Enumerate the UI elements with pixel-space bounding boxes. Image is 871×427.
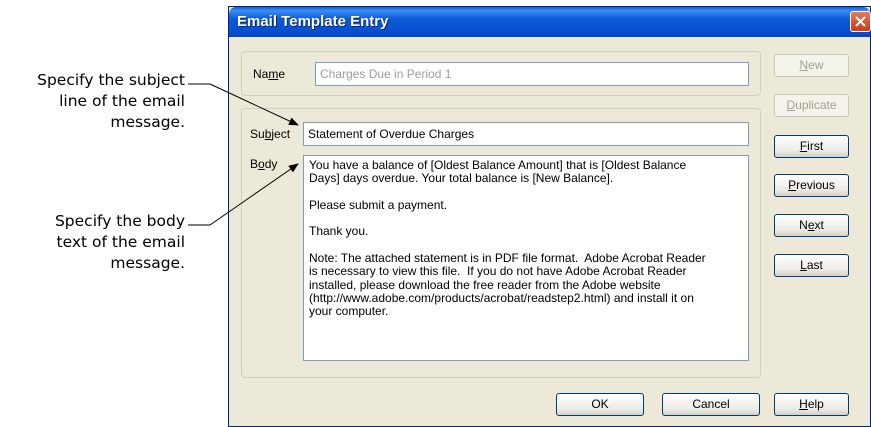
callout-line: message. xyxy=(110,113,185,131)
close-button[interactable] xyxy=(850,11,871,32)
callout-line: Specify the subject xyxy=(37,71,185,89)
callout-line: text of the email xyxy=(56,233,186,251)
new-button[interactable]: New xyxy=(774,54,849,77)
subject-field[interactable]: Statement of Overdue Charges xyxy=(303,122,749,146)
last-button[interactable]: Last xyxy=(774,254,849,277)
duplicate-button[interactable]: Duplicate xyxy=(774,94,849,117)
help-button[interactable]: Help xyxy=(774,393,849,416)
name-field[interactable]: Charges Due in Period 1 xyxy=(315,62,749,86)
email-template-dialog: Email Template Entry Name Charges Due in… xyxy=(228,6,871,427)
subject-callout: Specify the subject line of the email me… xyxy=(37,70,185,133)
first-button[interactable]: First xyxy=(774,135,849,158)
ok-button[interactable]: OK xyxy=(556,393,644,416)
callout-line: message. xyxy=(110,254,185,272)
next-button[interactable]: Next xyxy=(774,214,849,237)
previous-button[interactable]: Previous xyxy=(774,174,849,197)
body-field[interactable]: You have a balance of [Oldest Balance Am… xyxy=(303,155,749,361)
title-bar[interactable]: Email Template Entry xyxy=(229,7,871,37)
cancel-button[interactable]: Cancel xyxy=(662,393,760,416)
window-title: Email Template Entry xyxy=(237,13,389,30)
body-label: Body xyxy=(250,157,278,171)
callout-line: Specify the body xyxy=(54,212,185,230)
subject-label: Subject xyxy=(250,127,291,141)
name-label: Name xyxy=(253,67,286,81)
close-icon xyxy=(855,16,866,27)
callout-line: line of the email xyxy=(59,92,185,110)
body-callout: Specify the body text of the email messa… xyxy=(55,211,185,274)
